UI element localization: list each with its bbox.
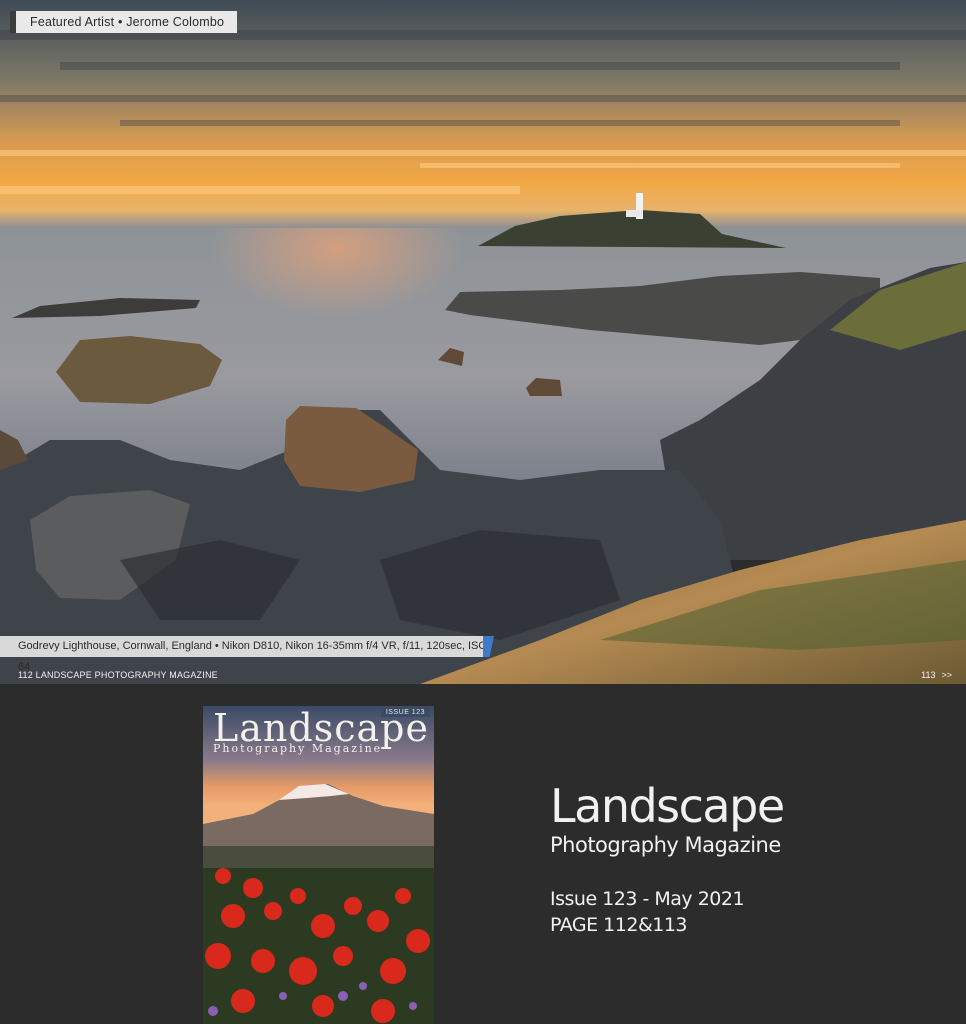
issue-date: Issue 123 - May 2021 [550,888,745,910]
featured-artist-label: Featured Artist • Jerome Colombo [10,11,237,33]
magazine-cover[interactable]: Landscape Photography Magazine ISSUE 123 [203,706,434,1024]
photo-caption: Godrevy Lighthouse, Cornwall, England • … [0,636,487,673]
folio-left: 112 LANDSCAPE PHOTOGRAPHY MAGAZINE [18,670,218,680]
folio-right: 113 >> [921,670,952,680]
issue-info: Landscape Photography Magazine Issue 123… [550,779,785,938]
page-reference: PAGE 112&113 [550,914,688,936]
magazine-subtitle: Photography Magazine [550,833,781,857]
cover-issue-badge: ISSUE 123 [380,708,430,717]
cover-subtitle: Photography Magazine [213,742,383,755]
page-number-right: 113 [921,670,936,680]
seascape-photo [0,0,966,684]
magazine-spread: Featured Artist • Jerome Colombo Godrevy… [0,0,966,684]
next-page-arrows-icon[interactable]: >> [941,670,952,680]
magazine-title: Landscape [550,779,785,833]
